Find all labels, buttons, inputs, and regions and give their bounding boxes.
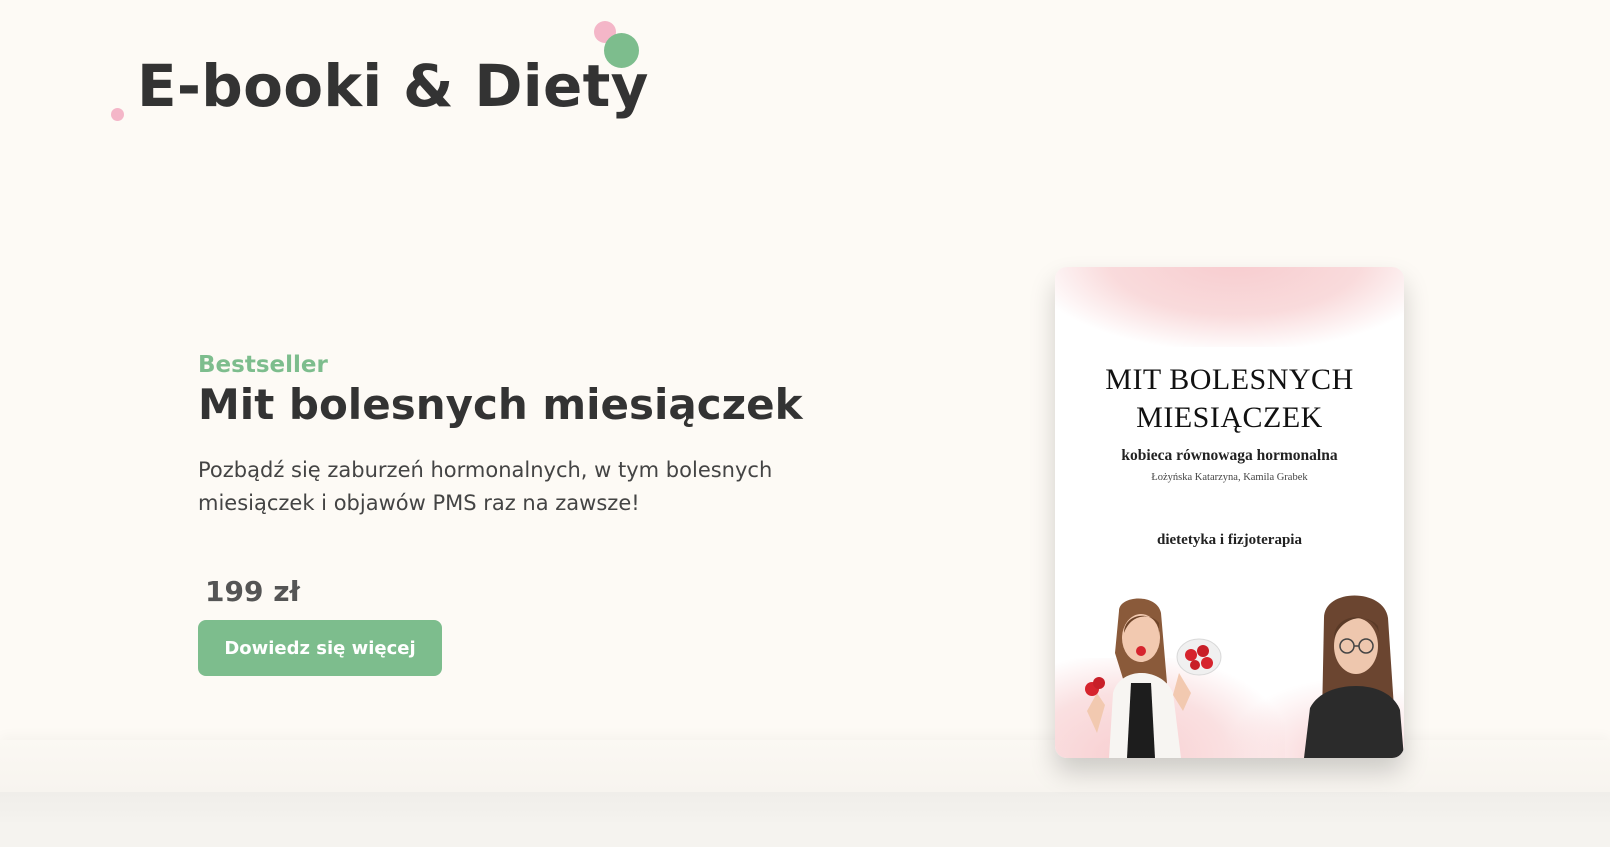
cover-watercolor-top <box>1055 267 1404 347</box>
cover-title: MIT BOLESNYCH MIESIĄCZEK <box>1055 361 1404 437</box>
learn-more-button[interactable]: Dowiedz się więcej <box>198 620 442 676</box>
cover-title-line2: MIESIĄCZEK <box>1136 401 1323 434</box>
decor-dot-pink-small <box>111 108 124 121</box>
cover-subtitle: kobieca równowaga hormonalna <box>1121 447 1338 464</box>
product-title: Mit bolesnych miesiączek <box>198 380 803 429</box>
cover-photo-author-left <box>1079 593 1229 758</box>
shelf-bottom <box>0 822 1610 847</box>
product-description: Pozbądź się zaburzeń hormonalnych, w tym… <box>198 458 773 515</box>
shelf-edge <box>0 792 1610 822</box>
site-title: E-booki & Diety <box>137 52 649 120</box>
page: E-booki & Diety Bestseller Mit bolesnych… <box>0 0 1610 847</box>
cover-photo-author-right <box>1294 588 1404 758</box>
cover-tagline: dietetyka i fizjoterapia <box>1157 532 1302 548</box>
cover-authors: Łożyńska Katarzyna, Kamila Grabek <box>1151 472 1308 483</box>
cover-title-line1: MIT BOLESNYCH <box>1105 363 1354 396</box>
product-hero: Bestseller Mit bolesnych miesiączek Pozb… <box>198 350 848 676</box>
product-price: 199 zł <box>205 575 300 608</box>
site-header: E-booki & Diety <box>0 0 700 140</box>
bestseller-badge: Bestseller <box>198 352 328 378</box>
ebook-cover-image[interactable]: MIT BOLESNYCH MIESIĄCZEK kobieca równowa… <box>1055 267 1404 758</box>
